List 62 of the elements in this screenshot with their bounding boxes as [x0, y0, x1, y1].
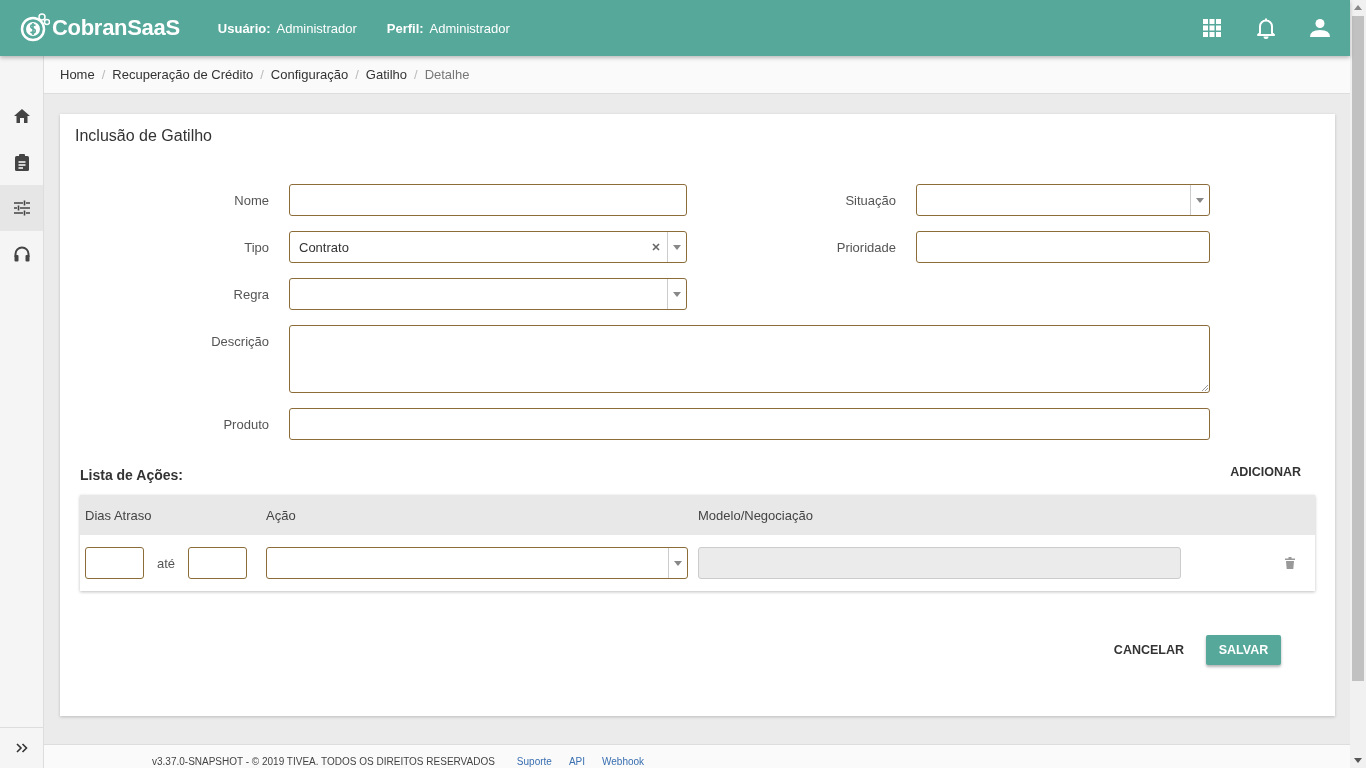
trash-icon[interactable] [1285, 557, 1295, 569]
profile-name: Administrador [429, 20, 510, 36]
headphones-icon [13, 246, 30, 262]
coin-logo-icon [20, 13, 50, 43]
field-label: Produto [223, 416, 270, 432]
caret-icon [674, 560, 682, 566]
bell-icon[interactable] [1256, 17, 1276, 39]
select-field[interactable]: Contrato [289, 231, 687, 263]
field-label: Prioridade [836, 239, 897, 255]
input-field[interactable] [188, 547, 248, 579]
logo-text: CobranSaaS [52, 15, 180, 41]
add-button[interactable]: ADICIONAR [1230, 459, 1301, 485]
caret-icon [673, 244, 681, 250]
breadcrumb-link[interactable]: Detalhe [424, 67, 470, 82]
user-icon[interactable] [1310, 18, 1330, 38]
field-label: Regra [233, 286, 270, 302]
actions-list-title: Lista de Ações: [80, 467, 183, 483]
breadcrumb-separator: / [355, 67, 359, 82]
sliders-icon [13, 200, 30, 216]
scroll-down-icon[interactable] [1354, 758, 1362, 763]
resize-grip-icon[interactable] [1201, 384, 1208, 391]
breadcrumb-link[interactable]: Recuperação de Crédito [112, 67, 254, 82]
field-label: Tipo [244, 239, 270, 255]
input-field[interactable] [916, 231, 1210, 263]
breadcrumb-separator: / [101, 67, 106, 82]
select-field[interactable] [266, 547, 688, 579]
column-header: Ação [266, 507, 297, 523]
copyright-text: v3.37.0-SNAPSHOT - © 2019 TIVEA. TODOS OS DIREITOS RESERVADOS [152, 756, 495, 767]
caret-icon [1196, 197, 1204, 203]
footer-link[interactable]: Webhook [602, 756, 645, 767]
breadcrumb-link[interactable]: Gatilho [365, 67, 407, 82]
breadcrumb-separator: / [260, 67, 264, 82]
input-field[interactable] [289, 408, 1210, 440]
field-label: Descrição [211, 333, 270, 349]
user-name: Administrador [276, 20, 357, 36]
select-field[interactable] [289, 278, 687, 310]
field-label: Situação [845, 192, 897, 208]
textarea-field[interactable] [289, 325, 1210, 393]
breadcrumb-separator: / [414, 67, 418, 82]
breadcrumb-link[interactable]: Configuração [270, 67, 349, 82]
column-header: Modelo/Negociação [698, 507, 814, 523]
breadcrumb-link[interactable]: Home [60, 67, 95, 82]
profile-label: Perfil: [386, 20, 424, 36]
input-field[interactable] [289, 184, 687, 216]
range-label: até [157, 555, 176, 571]
field-label: Nome [234, 192, 270, 208]
user-label: Usuário: [217, 20, 271, 36]
clipboard-icon [14, 153, 29, 171]
select-field[interactable] [916, 184, 1210, 216]
footer-link[interactable]: API [568, 756, 585, 767]
caret-icon [673, 291, 681, 297]
sidebar-item[interactable] [0, 185, 43, 231]
expand-chevrons-icon[interactable] [15, 743, 28, 753]
input-field[interactable] [85, 547, 144, 579]
cancel-button[interactable]: CANCELAR [1113, 637, 1184, 663]
apps-grid-icon[interactable] [1202, 18, 1222, 38]
footer-link[interactable]: Suporte [516, 756, 552, 767]
home-icon [13, 109, 30, 123]
column-header: Dias Atraso [84, 507, 153, 523]
form-title: Inclusão de Gatilho [75, 127, 213, 145]
scroll-up-icon[interactable] [1354, 5, 1362, 10]
scrollbar[interactable] [1350, 0, 1366, 768]
